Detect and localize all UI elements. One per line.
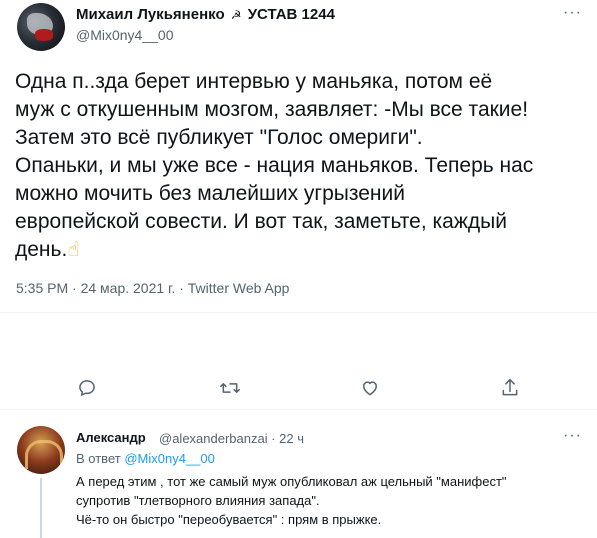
author-name-suffix: УСТАВ 1244 [247, 6, 335, 23]
share-button[interactable] [500, 377, 520, 399]
hammer-sickle-icon: ☭ [230, 8, 242, 22]
reply-to-prefix: В ответ [76, 451, 121, 466]
author-name-row[interactable]: Михаил Лукьяненко ☭ УСТАВ 1244 [76, 6, 335, 23]
tweet-text-content: Одна п..зда берет интервью у маньяка, по… [15, 70, 534, 261]
thread-line [40, 478, 42, 538]
divider-top [0, 312, 597, 313]
avatar-red-detail [35, 29, 53, 41]
reply-author-avatar[interactable] [17, 426, 65, 474]
reply-to-mention[interactable]: @Mix0ny4__00 [124, 451, 215, 466]
reply-to-line: В ответ @Mix0ny4__00 [76, 451, 215, 466]
like-button[interactable] [360, 378, 380, 398]
more-options-icon[interactable]: ··· [563, 4, 582, 22]
share-icon [502, 378, 518, 396]
reply-icon [79, 380, 95, 396]
heart-icon [363, 381, 377, 396]
reply-more-options-icon[interactable]: ··· [563, 427, 582, 445]
author-avatar[interactable] [17, 3, 65, 51]
reply-button[interactable] [77, 378, 97, 398]
tweet-text: Одна п..зда берет интервью у маньяка, по… [15, 68, 590, 264]
reply-text: А перед этим , тот же самый муж опублико… [76, 474, 507, 527]
author-name[interactable]: Михаил Лукьяненко [76, 6, 225, 23]
reply-author-name[interactable]: Александр [76, 430, 146, 445]
avatar-arch-detail [25, 440, 63, 469]
reply-author-handle[interactable]: @alexanderbanzai · 22 ч [159, 431, 304, 446]
pointing-up-emoji-icon: ☝ [67, 239, 80, 261]
author-handle[interactable]: @Mix0ny4__00 [76, 27, 174, 43]
divider-bottom [0, 409, 597, 410]
retweet-button[interactable] [219, 378, 241, 398]
retweet-icon [220, 383, 240, 393]
tweet-timestamp[interactable]: 5:35 PM · 24 мар. 2021 г. · Twitter Web … [16, 280, 289, 296]
